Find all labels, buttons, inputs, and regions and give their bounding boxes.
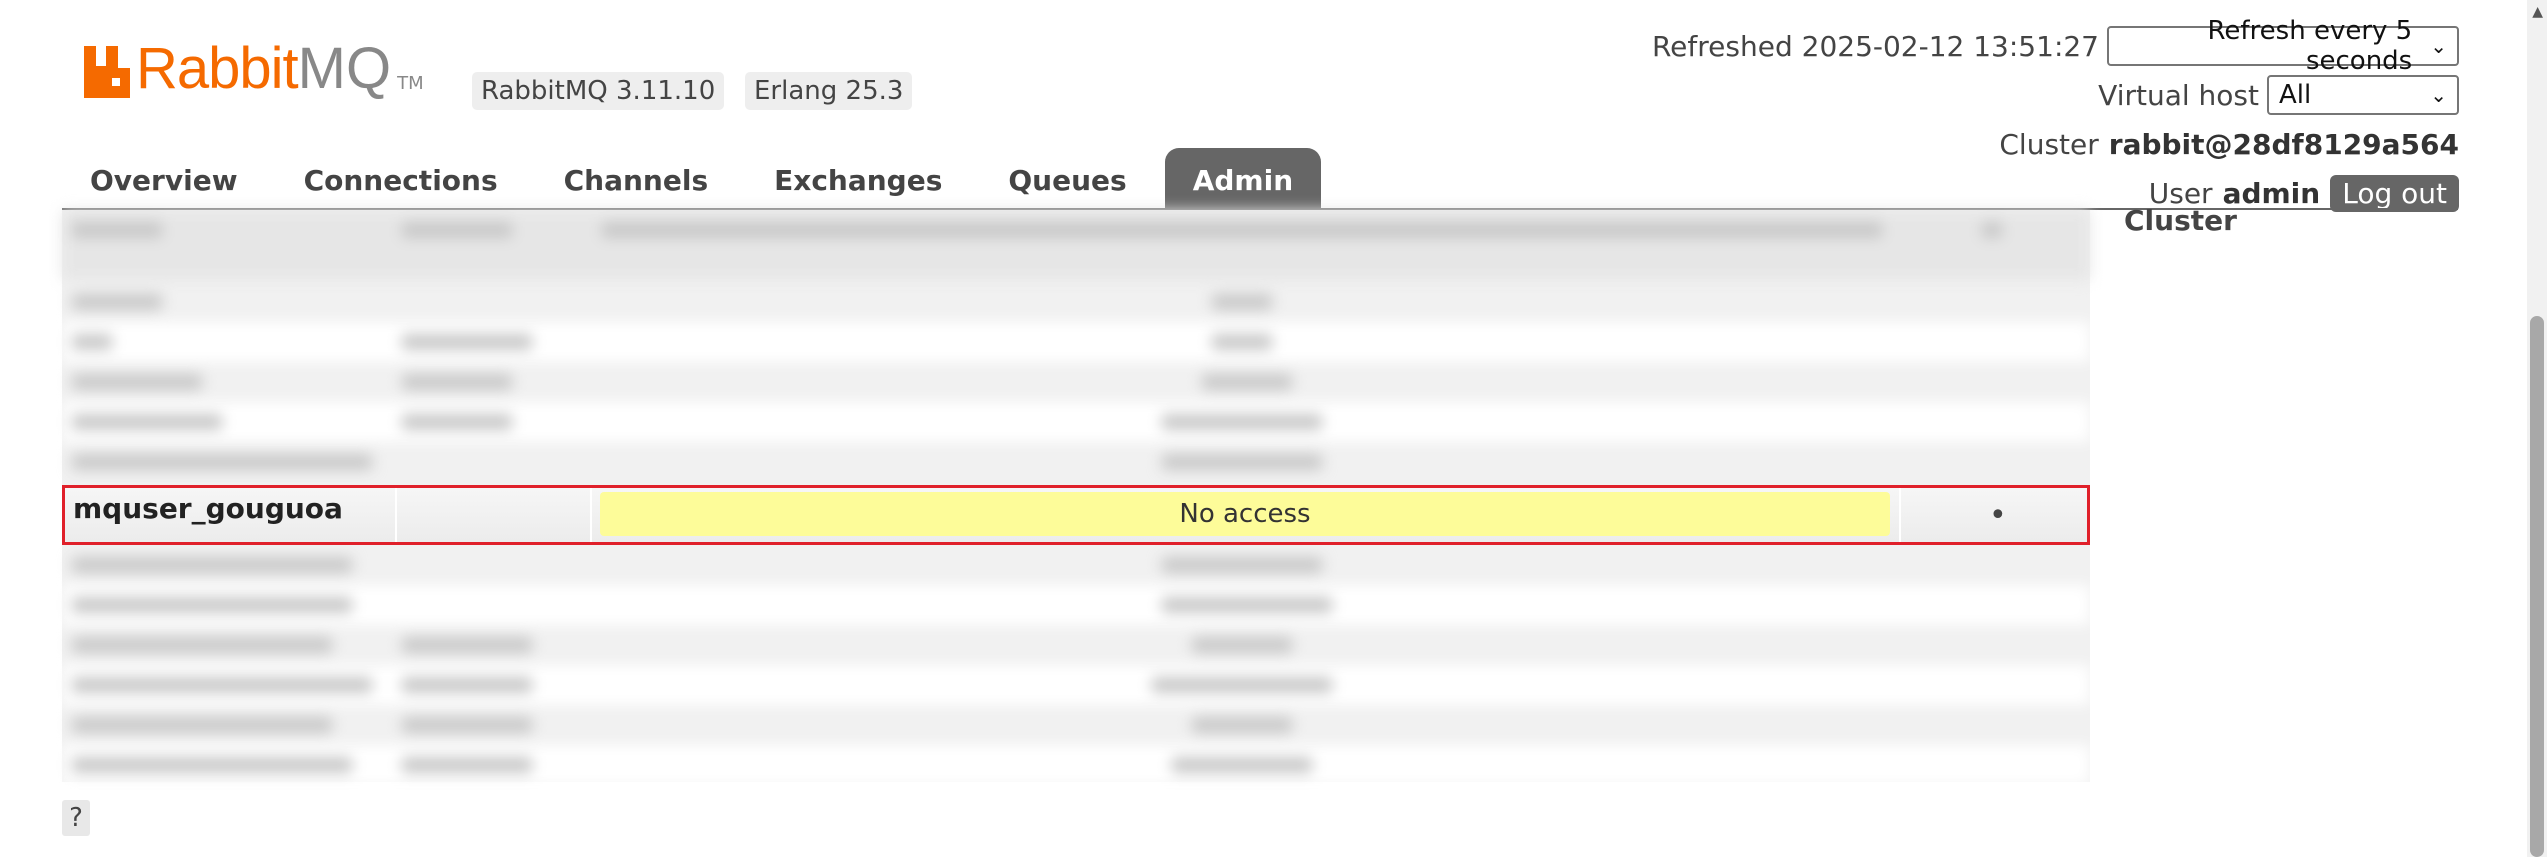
- logo-text-rabbit: Rabbit: [136, 36, 299, 101]
- chevron-down-icon: ⌄: [2430, 83, 2447, 107]
- chevron-down-icon: ⌄: [2430, 34, 2447, 58]
- logout-button[interactable]: Log out: [2330, 174, 2459, 212]
- user-name: admin: [2222, 176, 2321, 210]
- column-divider: [1899, 488, 1901, 542]
- status-dot: •: [1989, 498, 2007, 533]
- refresh-interval-select[interactable]: Refresh every 5 seconds ⌄: [2107, 16, 2459, 76]
- scrollbar-thumb[interactable]: [2530, 316, 2544, 857]
- help-button[interactable]: ?: [62, 800, 90, 836]
- tab-queues[interactable]: Queues: [980, 148, 1154, 214]
- tab-admin[interactable]: Admin: [1164, 148, 1322, 214]
- refresh-interval-value: Refresh every 5 seconds: [2207, 16, 2413, 76]
- logo-trademark: TM: [397, 73, 424, 94]
- cluster-label: Cluster: [1999, 127, 2099, 161]
- page-scrollbar[interactable]: ▲: [2527, 0, 2547, 857]
- rabbit-logo-icon: [84, 46, 130, 98]
- vhost-label: Virtual host: [2098, 78, 2259, 112]
- tab-overview[interactable]: Overview: [62, 148, 266, 214]
- main-tabs: Overview Connections Channels Exchanges …: [62, 148, 1331, 214]
- refreshed-label: Refreshed 2025-02-12 13:51:27: [1651, 29, 2099, 63]
- tab-exchanges[interactable]: Exchanges: [746, 148, 970, 214]
- tab-channels[interactable]: Channels: [536, 148, 737, 214]
- rabbitmq-logo[interactable]: Rabbit MQ TM: [84, 40, 424, 98]
- scroll-up-icon[interactable]: ▲: [2532, 4, 2543, 20]
- column-divider: [590, 488, 592, 542]
- tab-connections[interactable]: Connections: [276, 148, 526, 214]
- row-username[interactable]: mquser_gouguoa: [73, 492, 343, 525]
- access-status: No access: [600, 492, 1890, 536]
- cluster-name: rabbit@28df8129a564: [2108, 127, 2459, 161]
- table-row-highlighted[interactable]: mquser_gouguoa No access •: [62, 485, 2090, 545]
- sidebar-item-cluster[interactable]: Cluster: [2124, 204, 2237, 237]
- header-status-panel: Refreshed 2025-02-12 13:51:27 Refresh ev…: [1651, 16, 2459, 220]
- vhost-value: All: [2279, 80, 2312, 110]
- logo-text-mq: MQ: [297, 36, 392, 101]
- rabbitmq-version-badge: RabbitMQ 3.11.10: [472, 72, 725, 110]
- erlang-version-badge: Erlang 25.3: [745, 72, 913, 110]
- vhost-select[interactable]: All ⌄: [2267, 75, 2459, 115]
- column-divider: [395, 488, 397, 542]
- rabbitmq-admin-page: Rabbit MQ TM RabbitMQ 3.11.10 Erlang 25.…: [0, 0, 2547, 857]
